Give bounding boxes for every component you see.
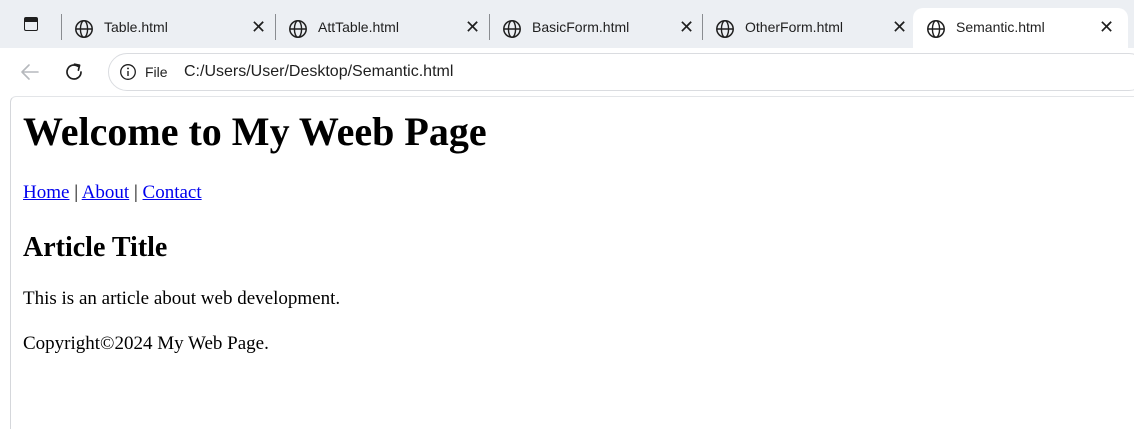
browser-toolbar: File C:/Users/User/Desktop/Semantic.html: [0, 48, 1134, 96]
page-nav: Home | About | Contact: [23, 182, 202, 204]
browser-window: Table.html ✕ AttTable.html ✕ BasicForm.h…: [0, 0, 1134, 429]
tab-semantic[interactable]: Semantic.html ✕: [913, 8, 1128, 48]
reload-icon[interactable]: [62, 60, 86, 84]
tab-close-button[interactable]: ✕: [892, 8, 907, 48]
tab-separator: [489, 14, 490, 40]
tab-title: Semantic.html: [956, 19, 1045, 35]
back-arrow-icon[interactable]: [18, 60, 42, 84]
tab-atttable[interactable]: AttTable.html ✕: [275, 8, 489, 48]
url-text[interactable]: C:/Users/User/Desktop/Semantic.html: [184, 54, 453, 90]
tab-title: BasicForm.html: [532, 19, 630, 35]
tab-title: OtherForm.html: [745, 19, 844, 35]
tab-separator: [275, 14, 276, 40]
nav-link-home[interactable]: Home: [23, 182, 69, 203]
tab-close-button[interactable]: ✕: [251, 8, 266, 48]
article-title: Article Title: [23, 232, 168, 263]
tab-separator: [61, 14, 62, 40]
tab-otherform[interactable]: OtherForm.html ✕: [702, 8, 916, 48]
tab-separator: [702, 14, 703, 40]
globe-icon: [289, 20, 307, 38]
article-text: This is an article about web development…: [23, 288, 341, 309]
tab-basicform[interactable]: BasicForm.html ✕: [489, 8, 703, 48]
tab-close-button[interactable]: ✕: [679, 8, 694, 48]
tab-title: Table.html: [104, 19, 168, 35]
globe-icon: [503, 20, 521, 38]
globe-icon: [716, 20, 734, 38]
vertical-tabs-icon[interactable]: [24, 17, 38, 31]
address-bar[interactable]: File C:/Users/User/Desktop/Semantic.html: [108, 53, 1134, 91]
page-viewport: Welcome to My Weeb Page Home | About | C…: [10, 96, 1134, 429]
tab-close-button[interactable]: ✕: [1099, 8, 1114, 48]
scheme-label: File: [145, 64, 168, 80]
info-icon[interactable]: [119, 63, 137, 81]
globe-icon: [927, 20, 945, 38]
tab-close-button[interactable]: ✕: [465, 8, 480, 48]
nav-separator: |: [133, 182, 138, 203]
globe-icon: [75, 20, 93, 38]
footer-text: Copyright©2024 My Web Page.: [23, 333, 269, 354]
tab-table[interactable]: Table.html ✕: [61, 8, 275, 48]
page-heading: Welcome to My Weeb Page: [23, 109, 487, 154]
tab-strip: Table.html ✕ AttTable.html ✕ BasicForm.h…: [0, 0, 1134, 48]
nav-link-contact[interactable]: Contact: [143, 182, 202, 203]
tab-title: AttTable.html: [318, 19, 399, 35]
nav-separator: |: [74, 182, 78, 203]
nav-link-about[interactable]: About: [82, 182, 130, 203]
